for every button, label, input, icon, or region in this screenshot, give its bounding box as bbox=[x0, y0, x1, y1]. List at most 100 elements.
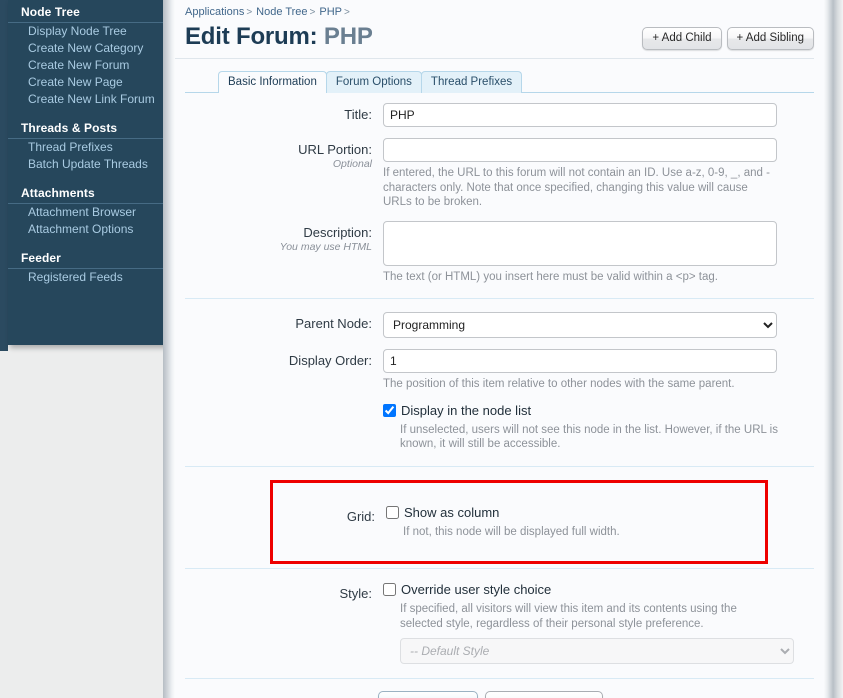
sidebar-item-create-new-link-forum[interactable]: Create New Link Forum bbox=[8, 91, 168, 108]
style-select-wrap: -- Default Style bbox=[400, 638, 814, 664]
sidebar-heading-feeder: Feeder bbox=[8, 246, 168, 269]
sidebar-group-feeder: Feeder Registered Feeds bbox=[8, 246, 168, 286]
description-textarea[interactable] bbox=[383, 221, 777, 266]
form-footer: Save Forum Delete Forum... bbox=[185, 679, 814, 698]
field-row-description: Description: You may use HTML The text (… bbox=[185, 221, 814, 285]
breadcrumb-separator: > bbox=[310, 7, 316, 18]
url-portion-field-wrap: If entered, the URL to this forum will n… bbox=[383, 138, 814, 210]
display-in-node-list-wrap: Display in the node list If unselected, … bbox=[383, 403, 814, 452]
display-order-input[interactable] bbox=[383, 349, 777, 373]
sidebar-heading-threads-posts: Threads & Posts bbox=[8, 116, 168, 139]
display-in-node-list-label[interactable]: Display in the node list bbox=[401, 403, 531, 419]
delete-forum-button[interactable]: Delete Forum... bbox=[485, 691, 603, 698]
style-hint: If specified, all visitors will view thi… bbox=[400, 602, 780, 631]
field-row-style: Style: Override user style choice If spe… bbox=[185, 582, 814, 664]
style-checkline[interactable]: Override user style choice bbox=[383, 582, 814, 598]
title-actions: + Add Child + Add Sibling bbox=[637, 27, 814, 50]
tab-thread-prefixes[interactable]: Thread Prefixes bbox=[421, 71, 522, 93]
section-divider bbox=[185, 466, 814, 467]
override-user-style-checkbox[interactable] bbox=[383, 583, 396, 596]
sidebar-item-create-new-category[interactable]: Create New Category bbox=[8, 40, 168, 57]
description-field-wrap: The text (or HTML) you insert here must … bbox=[383, 221, 814, 285]
title-field-wrap bbox=[383, 103, 814, 127]
content-left-shadow bbox=[163, 0, 175, 698]
sidebar-heading-attachments: Attachments bbox=[8, 181, 168, 204]
add-child-button[interactable]: + Add Child bbox=[642, 27, 721, 50]
sidebar-item-create-new-forum[interactable]: Create New Forum bbox=[8, 57, 168, 74]
style-select[interactable]: -- Default Style bbox=[400, 638, 794, 664]
grid-field-wrap: Show as column If not, this node will be… bbox=[386, 505, 765, 540]
show-as-column-checkbox[interactable] bbox=[386, 506, 399, 519]
url-portion-label-text: URL Portion: bbox=[298, 142, 372, 157]
description-hint: The text (or HTML) you insert here must … bbox=[383, 270, 775, 285]
description-sublabel: You may use HTML bbox=[185, 241, 372, 254]
sidebar-group-node-tree: Node Tree Display Node Tree Create New C… bbox=[8, 0, 168, 108]
add-sibling-button[interactable]: + Add Sibling bbox=[727, 27, 814, 50]
sidebar-item-display-node-tree[interactable]: Display Node Tree bbox=[8, 23, 168, 40]
sidebar-item-thread-prefixes[interactable]: Thread Prefixes bbox=[8, 139, 168, 156]
sidebar-item-attachment-options[interactable]: Attachment Options bbox=[8, 221, 168, 238]
breadcrumb-separator: > bbox=[246, 7, 252, 18]
url-portion-label: URL Portion: Optional bbox=[185, 138, 383, 210]
display-in-node-list-checkline[interactable]: Display in the node list bbox=[383, 403, 814, 419]
field-row-grid: Grid: Show as column If not, this node w… bbox=[273, 505, 765, 540]
display-order-label: Display Order: bbox=[185, 349, 383, 392]
grid-checkline[interactable]: Show as column bbox=[386, 505, 765, 521]
tab-basic-information[interactable]: Basic Information bbox=[218, 71, 327, 93]
save-forum-button[interactable]: Save Forum bbox=[378, 691, 478, 698]
admin-sidebar: Node Tree Display Node Tree Create New C… bbox=[8, 0, 168, 345]
tab-bar: Basic InformationForum OptionsThread Pre… bbox=[185, 70, 814, 93]
grid-label: Grid: bbox=[273, 505, 386, 540]
url-portion-hint: If entered, the URL to this forum will n… bbox=[383, 166, 775, 210]
breadcrumb-node-tree[interactable]: Node Tree bbox=[256, 6, 307, 18]
display-order-field-wrap: The position of this item relative to ot… bbox=[383, 349, 814, 392]
section-divider bbox=[185, 298, 814, 299]
breadcrumb-applications[interactable]: Applications bbox=[185, 6, 244, 18]
parent-node-label: Parent Node: bbox=[185, 312, 383, 338]
field-row-url-portion: URL Portion: Optional If entered, the UR… bbox=[185, 138, 814, 210]
section-divider bbox=[185, 568, 814, 569]
show-as-column-label[interactable]: Show as column bbox=[404, 505, 499, 521]
breadcrumb: Applications>Node Tree>PHP> bbox=[175, 0, 824, 18]
sidebar-spacer bbox=[8, 238, 168, 246]
field-row-display-in-node-list: Display in the node list If unselected, … bbox=[185, 403, 814, 452]
url-portion-input[interactable] bbox=[383, 138, 777, 162]
tab-forum-options[interactable]: Forum Options bbox=[326, 71, 422, 93]
sidebar-item-registered-feeds[interactable]: Registered Feeds bbox=[8, 269, 168, 286]
field-row-display-order: Display Order: The position of this item… bbox=[185, 349, 814, 392]
display-in-node-list-spacer bbox=[185, 403, 383, 452]
style-field-wrap: Override user style choice If specified,… bbox=[383, 582, 814, 664]
sidebar-group-attachments: Attachments Attachment Browser Attachmen… bbox=[8, 181, 168, 238]
style-label: Style: bbox=[185, 582, 383, 664]
title-bar: Edit Forum: PHP + Add Child + Add Sibling bbox=[175, 18, 814, 59]
sidebar-item-attachment-browser[interactable]: Attachment Browser bbox=[8, 204, 168, 221]
grid-hint: If not, this node will be displayed full… bbox=[403, 525, 765, 540]
title-input[interactable] bbox=[383, 103, 777, 127]
description-label-text: Description: bbox=[303, 225, 372, 240]
grid-highlight-box: Grid: Show as column If not, this node w… bbox=[270, 480, 768, 565]
field-row-title: Title: bbox=[185, 103, 814, 127]
description-label: Description: You may use HTML bbox=[185, 221, 383, 285]
field-row-parent-node: Parent Node: Programming bbox=[185, 312, 814, 338]
sidebar-spacer bbox=[8, 108, 168, 116]
display-order-hint: The position of this item relative to ot… bbox=[383, 377, 775, 392]
breadcrumb-php[interactable]: PHP bbox=[319, 6, 342, 18]
page-right-shadow bbox=[824, 0, 843, 698]
page-title-value: PHP bbox=[324, 23, 373, 50]
sidebar-left-edge bbox=[0, 0, 8, 351]
display-in-node-list-checkbox[interactable] bbox=[383, 404, 396, 417]
url-portion-sublabel: Optional bbox=[185, 158, 372, 171]
sidebar-item-batch-update-threads[interactable]: Batch Update Threads bbox=[8, 156, 168, 173]
breadcrumb-separator: > bbox=[344, 7, 350, 18]
sidebar-group-threads-posts: Threads & Posts Thread Prefixes Batch Up… bbox=[8, 116, 168, 173]
page-title-prefix: Edit Forum: bbox=[185, 23, 317, 50]
parent-node-select[interactable]: Programming bbox=[383, 312, 777, 338]
title-label: Title: bbox=[185, 103, 383, 127]
parent-node-field-wrap: Programming bbox=[383, 312, 814, 338]
sidebar-item-create-new-page[interactable]: Create New Page bbox=[8, 74, 168, 91]
sidebar-spacer bbox=[8, 173, 168, 181]
main-content: Applications>Node Tree>PHP> Edit Forum: … bbox=[175, 0, 824, 698]
override-user-style-label[interactable]: Override user style choice bbox=[401, 582, 551, 598]
sidebar-heading-node-tree: Node Tree bbox=[8, 0, 168, 23]
edit-forum-form: Title: URL Portion: Optional If entered,… bbox=[175, 103, 824, 698]
